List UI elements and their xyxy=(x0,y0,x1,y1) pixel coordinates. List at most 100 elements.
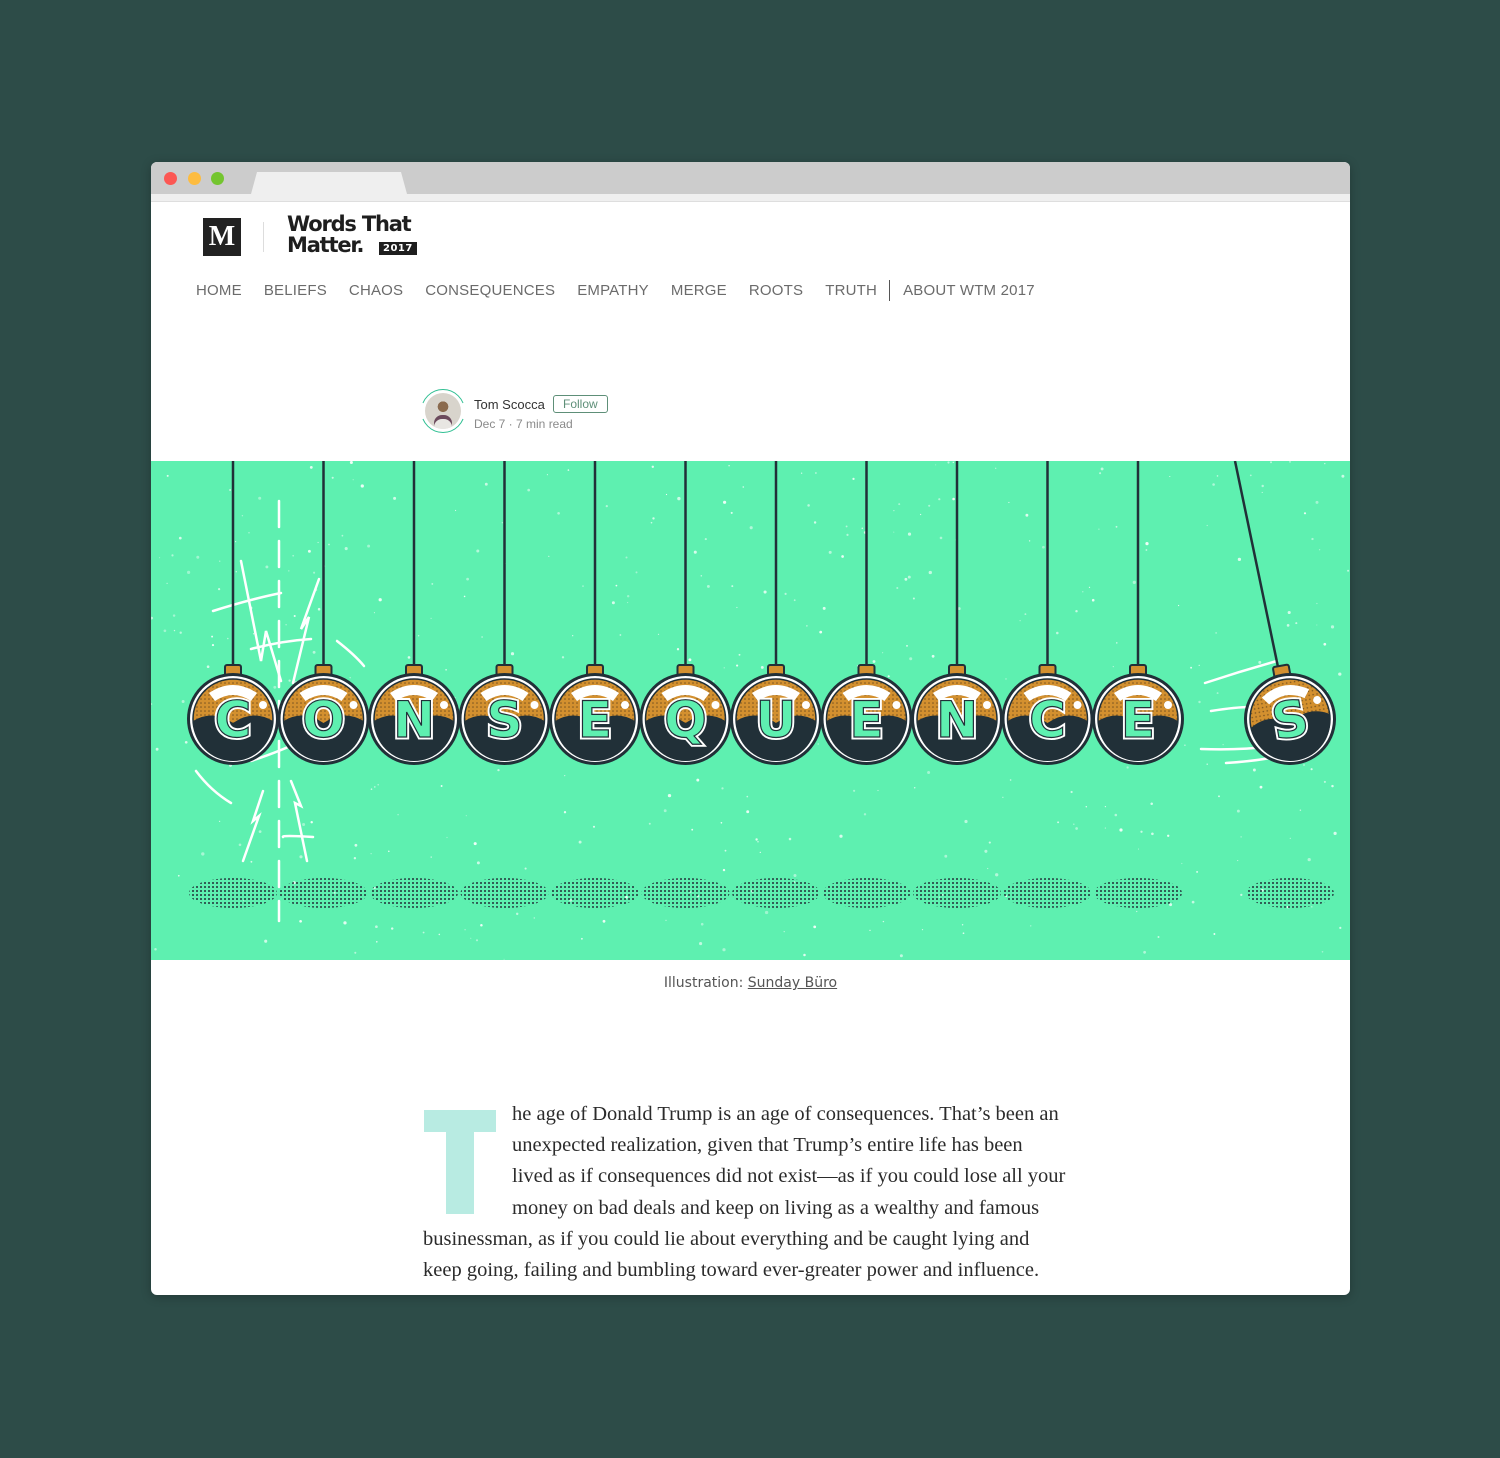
speck xyxy=(1100,467,1104,471)
speck xyxy=(657,633,660,636)
speck xyxy=(166,474,169,477)
speck xyxy=(1323,642,1327,646)
page-content: M Words That Matter. 2017 HOME BELIEFS C… xyxy=(151,202,1350,1295)
speck xyxy=(602,919,606,923)
speck xyxy=(1324,462,1326,465)
speck xyxy=(1206,524,1208,527)
speck xyxy=(863,813,867,816)
speck xyxy=(887,675,890,678)
speck xyxy=(501,522,503,524)
speck xyxy=(307,549,311,553)
speck xyxy=(909,657,913,661)
illustrator-credit-link[interactable]: Sunday Büro xyxy=(748,975,837,991)
nav-item-empathy[interactable]: EMPATHY xyxy=(577,282,649,299)
speck xyxy=(1091,598,1095,602)
speck xyxy=(445,668,447,671)
speck xyxy=(377,783,380,786)
speck xyxy=(1295,622,1298,625)
ornament-letter-outline: U xyxy=(756,691,797,749)
speck xyxy=(1240,836,1242,838)
speck xyxy=(813,521,817,524)
speck xyxy=(1099,472,1102,475)
nav-item-about[interactable]: ABOUT WTM 2017 xyxy=(903,282,1035,299)
nav-item-beliefs[interactable]: BELIEFS xyxy=(264,282,327,299)
speck xyxy=(1075,609,1078,613)
speck xyxy=(580,937,583,940)
speck xyxy=(1112,666,1114,668)
ornament-letter-outline: C xyxy=(215,691,252,749)
speck xyxy=(896,586,899,590)
speck xyxy=(1085,806,1088,808)
publication-logo[interactable]: Words That Matter. 2017 xyxy=(287,214,427,258)
speck xyxy=(206,665,210,669)
speck xyxy=(1287,610,1291,615)
speck xyxy=(166,582,168,585)
speck xyxy=(388,850,390,853)
ornament-n: NN xyxy=(911,664,1003,765)
speck xyxy=(964,819,968,824)
speck xyxy=(723,667,725,669)
speck xyxy=(619,634,622,636)
speck xyxy=(1206,763,1208,765)
author-avatar[interactable] xyxy=(425,393,461,429)
speck xyxy=(1056,631,1059,635)
speck xyxy=(736,606,738,609)
ornaments: CC OO NN SS EE QQ UU EE NN CC EE SS xyxy=(187,663,1336,765)
speck xyxy=(288,570,290,572)
browser-tab[interactable] xyxy=(251,172,407,194)
speck xyxy=(742,486,745,488)
minimize-window-button[interactable] xyxy=(188,172,201,185)
speck xyxy=(1177,604,1180,607)
speck xyxy=(938,498,941,501)
speck xyxy=(1070,790,1073,794)
nav-item-truth[interactable]: TRUTH xyxy=(825,282,877,299)
zoom-window-button[interactable] xyxy=(211,172,224,185)
speck xyxy=(465,815,467,817)
speck xyxy=(548,555,550,558)
author-name[interactable]: Tom Scocca xyxy=(474,397,545,412)
speck xyxy=(939,536,943,540)
speck xyxy=(431,582,434,585)
speck xyxy=(704,538,707,541)
ornament-glint xyxy=(1073,701,1082,709)
ornament-glint xyxy=(802,701,810,709)
speck xyxy=(446,836,448,839)
article-line: money on bad deals and keep on living as… xyxy=(512,1197,1040,1219)
speck xyxy=(728,465,730,467)
speck xyxy=(1307,857,1311,862)
speck xyxy=(806,625,808,627)
speck xyxy=(299,919,302,923)
nav-item-consequences[interactable]: CONSEQUENCES xyxy=(425,282,555,299)
speck xyxy=(706,584,710,588)
nav-item-home[interactable]: HOME xyxy=(196,282,242,299)
speck xyxy=(1215,632,1217,634)
speck xyxy=(1198,664,1200,667)
speck xyxy=(1140,830,1143,833)
speck xyxy=(635,571,638,574)
close-window-button[interactable] xyxy=(164,172,177,185)
speck xyxy=(1075,827,1078,830)
speck xyxy=(353,857,357,860)
speck xyxy=(173,629,176,632)
nav-item-roots[interactable]: ROOTS xyxy=(749,282,803,299)
speck xyxy=(341,534,344,537)
speck xyxy=(1318,549,1321,551)
caption-prefix: Illustration: xyxy=(663,975,748,991)
speck xyxy=(1212,483,1215,486)
speck xyxy=(1339,926,1342,930)
speck xyxy=(285,624,287,626)
speck xyxy=(1218,795,1220,798)
follow-button[interactable]: Follow xyxy=(553,395,608,413)
nav-divider xyxy=(889,280,891,301)
speck xyxy=(1190,666,1193,669)
speck xyxy=(309,466,313,469)
speck xyxy=(928,570,932,575)
article-line: keep going, failing and bumbling toward … xyxy=(423,1259,1040,1281)
nav-item-merge[interactable]: MERGE xyxy=(671,282,727,299)
nav-item-chaos[interactable]: CHAOS xyxy=(349,282,403,299)
speck xyxy=(1347,569,1350,572)
speck xyxy=(475,939,479,942)
speck xyxy=(1132,580,1136,585)
medium-logo[interactable]: M xyxy=(203,218,241,256)
speck xyxy=(367,544,371,548)
